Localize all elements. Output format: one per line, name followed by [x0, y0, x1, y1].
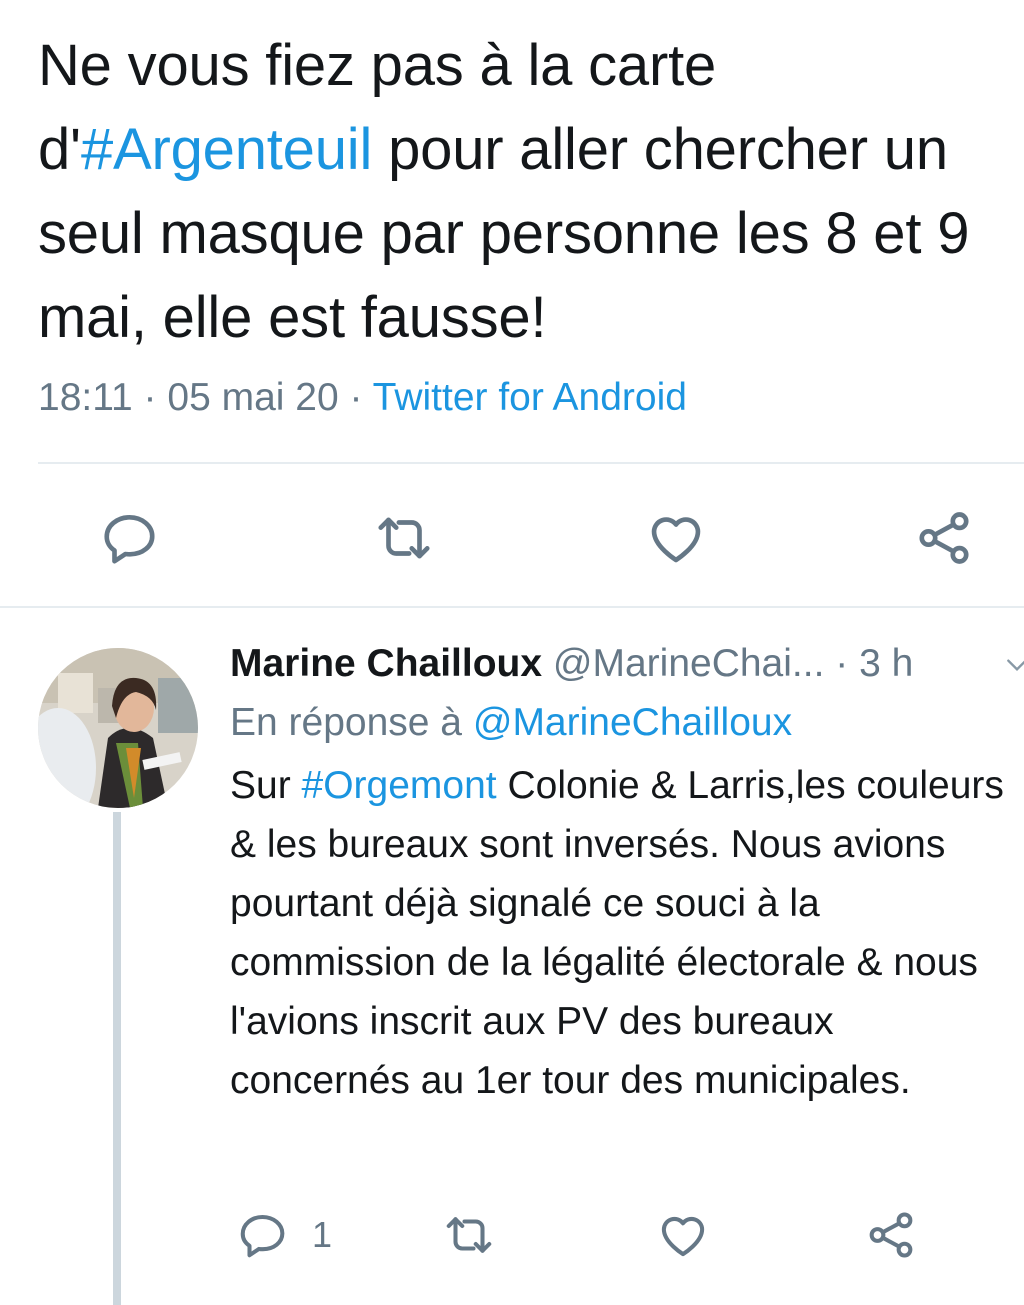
share-icon — [919, 512, 969, 564]
main-tweet-text: Ne vous fiez pas à la carte d'#Argenteui… — [38, 24, 1013, 360]
tweet-action-bar — [0, 500, 1024, 576]
avatar-photo — [38, 648, 198, 808]
speech-bubble-icon — [240, 1214, 285, 1258]
retweet-icon — [446, 1217, 492, 1253]
author-handle[interactable]: @MarineChai... — [553, 642, 825, 685]
tweet-detail-screen: Ne vous fiez pas à la carte d'#Argenteui… — [0, 0, 1024, 1305]
retweet-button[interactable] — [442, 1200, 496, 1270]
in-reply-label: En réponse à — [230, 701, 463, 744]
tweet-metadata: 18:11 · 05 mai 20 · Twitter for Android — [38, 372, 687, 424]
reply-button[interactable]: 1 — [236, 1200, 332, 1270]
mention-link[interactable]: @MarineChailloux — [473, 701, 792, 744]
heart-icon — [651, 517, 701, 563]
retweet-icon — [378, 517, 430, 559]
heart-icon — [661, 1216, 705, 1257]
header-separator: · — [835, 642, 849, 685]
like-button[interactable] — [638, 500, 714, 576]
tweet-time: 18:11 — [38, 376, 133, 419]
share-icon — [869, 1212, 913, 1258]
avatar[interactable] — [38, 648, 198, 808]
hashtag-argenteuil[interactable]: #Argenteuil — [81, 117, 372, 182]
reply-text-start: Sur — [230, 764, 302, 807]
chevron-down-icon[interactable] — [1004, 652, 1024, 678]
reply-action-bar: 1 — [0, 1200, 1024, 1270]
divider — [0, 606, 1024, 608]
author-name[interactable]: Marine Chailloux — [230, 642, 542, 685]
reply-text-body: Colonie & Larris,les couleurs & les bure… — [230, 764, 1004, 1102]
reply-button[interactable] — [92, 500, 168, 576]
like-button[interactable] — [656, 1200, 710, 1270]
reply-header: Marine Chailloux @MarineChai... · 3 h — [230, 636, 1024, 692]
in-reply-to: En réponse à @MarineChailloux — [230, 692, 1024, 754]
hashtag-orgemont[interactable]: #Orgemont — [302, 764, 497, 807]
tweet-source-link[interactable]: Twitter for Android — [373, 376, 687, 419]
reply-count: 1 — [312, 1214, 333, 1255]
divider — [38, 462, 1024, 464]
share-button[interactable] — [864, 1200, 918, 1270]
meta-separator: · — [349, 376, 363, 419]
reply-tweet-text: Sur #Orgemont Colonie & Larris,les coule… — [230, 756, 1020, 1110]
share-button[interactable] — [906, 500, 982, 576]
reply-tweet[interactable]: Marine Chailloux @MarineChai... · 3 h En… — [230, 636, 1024, 1110]
tweet-age: 3 h — [859, 642, 914, 685]
meta-separator: · — [143, 376, 157, 419]
speech-bubble-icon — [104, 515, 155, 564]
retweet-button[interactable] — [366, 500, 442, 576]
tweet-date: 05 mai 20 — [167, 376, 339, 419]
